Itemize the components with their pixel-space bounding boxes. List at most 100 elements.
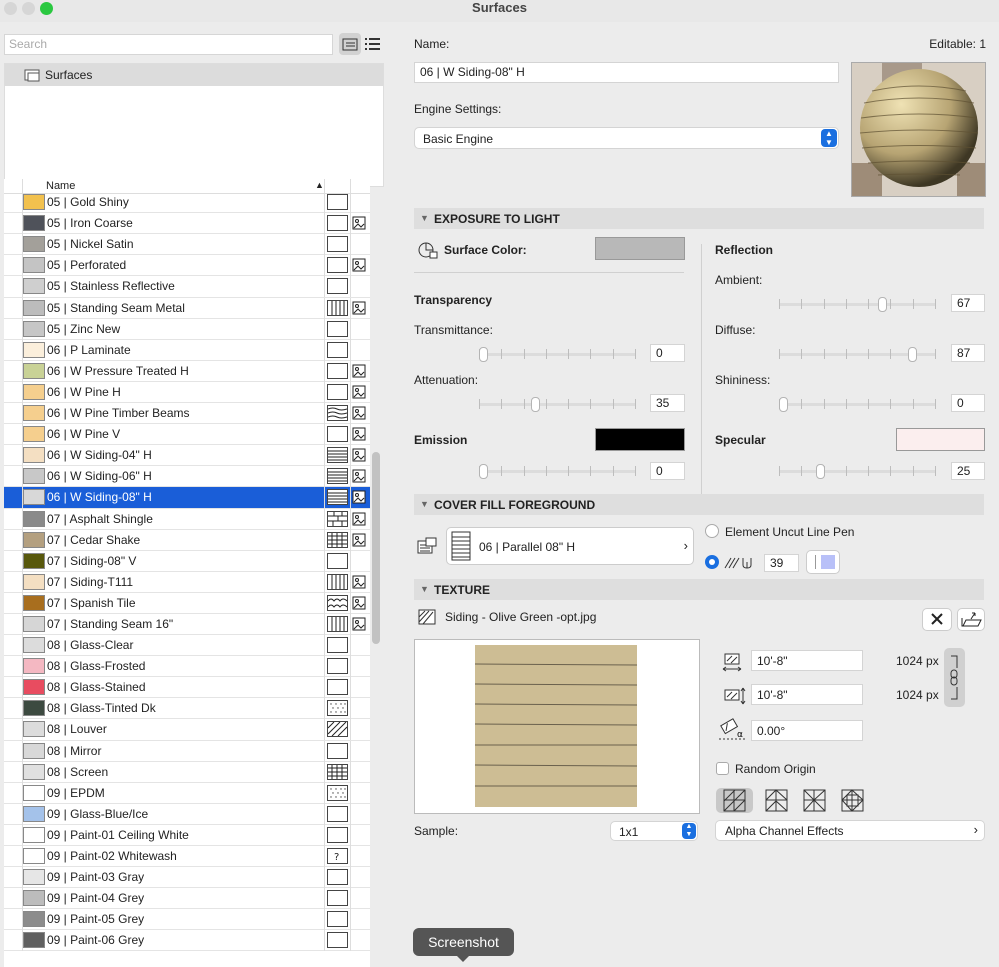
shininess-slider[interactable]	[779, 397, 936, 412]
list-item[interactable]: 07 | Siding-08" V	[4, 550, 370, 572]
list-item[interactable]: 06 | W Pine Timber Beams	[4, 403, 370, 425]
surface-color-swatch	[23, 700, 45, 717]
specular-color-swatch[interactable]	[896, 428, 985, 451]
column-name-header[interactable]: Name	[46, 180, 75, 192]
surface-color-swatch	[23, 784, 45, 801]
search-input[interactable]: Search	[4, 34, 333, 55]
slider-knob[interactable]	[908, 347, 917, 362]
custom-pen-radio[interactable]	[705, 555, 719, 569]
texture-angle-field[interactable]: 0.00°	[751, 720, 863, 741]
folder-view-button[interactable]	[339, 33, 361, 55]
list-view-button[interactable]	[362, 33, 384, 55]
diffuse-slider[interactable]	[779, 347, 936, 362]
ambient-slider[interactable]	[779, 297, 936, 312]
alpha-channel-effects-button[interactable]: Alpha Channel Effects ›	[715, 820, 985, 841]
zoom-window-button[interactable]	[40, 2, 53, 15]
texture-width-field[interactable]: 10'-8"	[751, 650, 863, 671]
list-item[interactable]: 09 | Paint-03 Gray	[4, 867, 370, 889]
texture-mirror-y-button[interactable]	[796, 788, 833, 813]
list-item[interactable]: 08 | Glass-Tinted Dk	[4, 698, 370, 720]
specular-slider[interactable]	[779, 464, 936, 479]
remove-texture-button[interactable]	[922, 608, 952, 631]
emission-slider[interactable]	[479, 464, 636, 479]
shininess-field[interactable]: 0	[951, 394, 985, 412]
attenuation-slider[interactable]	[479, 397, 636, 412]
list-item[interactable]: 07 | Standing Seam 16"	[4, 613, 370, 636]
ambient-field[interactable]: 67	[951, 294, 985, 312]
list-item[interactable]: 08 | Louver	[4, 719, 370, 741]
list-item[interactable]: 06 | W Pine V	[4, 424, 370, 446]
list-item[interactable]: 09 | Paint-02 Whitewash?	[4, 846, 370, 868]
list-item[interactable]: 08 | Glass-Stained	[4, 677, 370, 699]
blank-fill-pattern-icon	[327, 890, 348, 907]
texture-mirror-x-button[interactable]	[758, 788, 795, 813]
load-texture-button[interactable]	[957, 608, 985, 631]
name-field[interactable]: 06 | W Siding-08" H	[414, 62, 839, 83]
list-item[interactable]: 06 | W Siding-06" H	[4, 466, 370, 488]
texture-mirror-none-button[interactable]	[716, 788, 753, 813]
list-item[interactable]: 09 | Paint-05 Grey	[4, 909, 370, 931]
link-proportions-button[interactable]	[944, 648, 965, 707]
cover-fill-select[interactable]: 06 | Parallel 08" H ›	[446, 527, 694, 565]
section-cover-fill-header[interactable]: ▼ COVER FILL FOREGROUND	[414, 494, 984, 515]
list-item[interactable]: 09 | EPDM	[4, 782, 370, 804]
sort-ascending-icon[interactable]: ▲	[315, 180, 324, 190]
texture-image-icon	[352, 596, 366, 610]
slider-knob[interactable]	[878, 297, 887, 312]
attenuation-field[interactable]: 35	[650, 394, 685, 412]
list-item[interactable]: 09 | Paint-04 Grey	[4, 888, 370, 910]
pen-number-field[interactable]: 39	[764, 554, 799, 572]
list-item[interactable]: 08 | Mirror	[4, 740, 370, 762]
slider-knob[interactable]	[816, 464, 825, 479]
engine-select[interactable]: Basic Engine ▲ ▼	[414, 127, 839, 149]
list-item[interactable]: 07 | Asphalt Shingle	[4, 508, 370, 530]
specular-field[interactable]: 25	[951, 462, 985, 480]
list-scrollbar[interactable]	[372, 452, 380, 644]
list-item[interactable]: 09 | Paint-01 Ceiling White	[4, 824, 370, 846]
transmittance-field[interactable]: 0	[650, 344, 685, 362]
emission-field[interactable]: 0	[650, 462, 685, 480]
list-item[interactable]: 07 | Siding-T111	[4, 571, 370, 593]
list-item[interactable]: 05 | Zinc New	[4, 318, 370, 340]
list-item[interactable]: 05 | Iron Coarse	[4, 213, 370, 235]
transmittance-slider[interactable]	[479, 347, 636, 362]
slider-knob[interactable]	[479, 464, 488, 479]
list-item[interactable]: 05 | Nickel Satin	[4, 234, 370, 256]
tree-item-surfaces[interactable]: Surfaces	[5, 64, 383, 86]
uncut-line-pen-radio[interactable]	[705, 524, 719, 538]
sample-select[interactable]: 1x1 ▲ ▼	[610, 821, 698, 841]
list-item[interactable]: 05 | Perforated	[4, 255, 370, 277]
blank-fill-pattern-icon	[327, 932, 348, 949]
diffuse-field[interactable]: 87	[951, 344, 985, 362]
random-origin-checkbox[interactable]	[716, 762, 729, 775]
list-item[interactable]: 05 | Standing Seam Metal	[4, 297, 370, 319]
slider-knob[interactable]	[779, 397, 788, 412]
texture-mirror-xy-button[interactable]	[834, 788, 871, 813]
pen-color-button[interactable]	[806, 550, 840, 574]
list-item[interactable]: 07 | Cedar Shake	[4, 529, 370, 551]
slider-knob[interactable]	[531, 397, 540, 412]
close-window-button[interactable]	[4, 2, 17, 15]
blank-fill-pattern-icon	[327, 341, 348, 358]
list-item[interactable]: 06 | W Pressure Treated H	[4, 360, 370, 382]
list-item[interactable]: 06 | W Pine H	[4, 381, 370, 404]
texture-height-field[interactable]: 10'-8"	[751, 684, 863, 705]
list-item[interactable]: 05 | Gold Shiny	[4, 192, 370, 214]
list-item[interactable]: 07 | Spanish Tile	[4, 592, 370, 614]
slider-knob[interactable]	[479, 347, 488, 362]
list-item[interactable]: 08 | Glass-Frosted	[4, 656, 370, 678]
list-item[interactable]: 06 | W Siding-08" H	[4, 487, 370, 509]
section-texture-header[interactable]: ▼ TEXTURE	[414, 579, 984, 600]
list-item[interactable]: 05 | Stainless Reflective	[4, 276, 370, 298]
list-item[interactable]: 09 | Glass-Blue/Ice	[4, 803, 370, 825]
list-item[interactable]: 06 | W Siding-04" H	[4, 445, 370, 467]
list-item[interactable]: 08 | Glass-Clear	[4, 635, 370, 657]
list-item[interactable]: 09 | Paint-06 Grey	[4, 930, 370, 952]
surface-color-swatch[interactable]	[595, 237, 685, 260]
texture-mirror-x-icon	[765, 789, 788, 812]
section-exposure-header[interactable]: ▼ EXPOSURE TO LIGHT	[414, 208, 984, 229]
list-item[interactable]: 08 | Screen	[4, 761, 370, 783]
minimize-window-button[interactable]	[22, 2, 35, 15]
list-item[interactable]: 06 | P Laminate	[4, 339, 370, 361]
emission-color-swatch[interactable]	[595, 428, 685, 451]
